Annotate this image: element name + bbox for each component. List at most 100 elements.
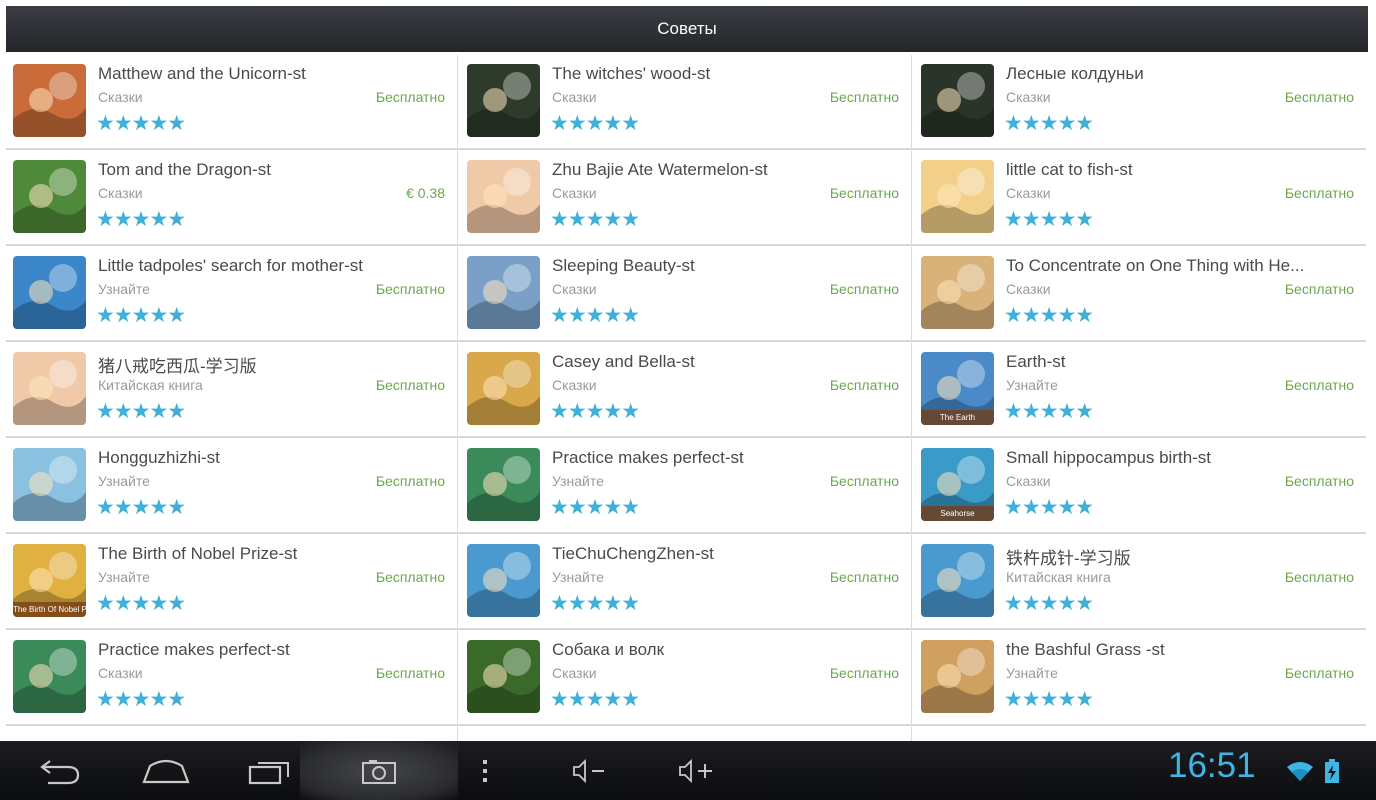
unicorn-book-icon bbox=[13, 64, 86, 137]
app-price: Бесплатно bbox=[1284, 89, 1354, 105]
rating-stars: ★★★★★ bbox=[550, 400, 640, 423]
forest-witch-icon bbox=[921, 64, 994, 137]
app-grid: Matthew and the Unicorn-st Сказки Бесплатн… bbox=[6, 55, 1366, 741]
rating-stars: ★★★★★ bbox=[550, 304, 640, 327]
app-list-item[interactable]: Zhu Bajie Ate Watermelon-st Сказки Бесплат… bbox=[460, 151, 912, 244]
wifi-icon bbox=[1287, 761, 1313, 781]
app-price: Бесплатно bbox=[375, 473, 445, 489]
pig-icon bbox=[13, 352, 86, 425]
volume-down-icon bbox=[573, 758, 604, 783]
app-list-item[interactable]: Sleeping Beauty-st Сказки Бесплатно ★★★★★ bbox=[460, 247, 912, 340]
app-category: Сказки bbox=[552, 377, 597, 393]
app-price: Бесплатно bbox=[375, 281, 445, 297]
app-price: Бесплатно bbox=[1284, 665, 1354, 681]
app-list-item[interactable]: little cat to fish-st Сказки Бесплатно ★★★★… bbox=[914, 151, 1366, 244]
app-list-item[interactable]: the Bashful Grass -st Узнайте Бесплатно ★★★… bbox=[914, 631, 1366, 724]
back-button[interactable] bbox=[30, 741, 90, 800]
recent-apps-button[interactable] bbox=[240, 741, 300, 800]
rating-stars: ★★★★★ bbox=[1004, 688, 1094, 711]
app-list-item[interactable]: Лесные колдуньи Сказки Бесплатно ★★★★★ bbox=[914, 55, 1366, 148]
battery-status bbox=[1320, 741, 1344, 800]
app-list-item[interactable] bbox=[6, 727, 458, 741]
app-category: Сказки bbox=[1006, 185, 1051, 201]
app-row: 猪八戒吃西瓜-学习版 Китайская книга Бесплатно ★★★★★ C… bbox=[6, 343, 1366, 438]
witches-wood-icon bbox=[467, 64, 540, 137]
app-list-item[interactable]: Seahorse Small hippocampus birth-st Сказки… bbox=[914, 439, 1366, 532]
app-price: Бесплатно bbox=[829, 185, 899, 201]
app-category: Узнайте bbox=[98, 473, 150, 489]
status-clock: 16:51 bbox=[1168, 746, 1256, 785]
app-category: Сказки bbox=[552, 185, 597, 201]
app-title: Собака и волк bbox=[552, 640, 665, 659]
app-list-item[interactable]: Tom and the Dragon-st Сказки € 0.38 ★★★★★ bbox=[6, 151, 458, 244]
app-list-item[interactable]: Practice makes perfect-st Узнайте Бесплатн… bbox=[460, 439, 912, 532]
app-list-item[interactable]: Practice makes perfect-st Сказки Бесплатно… bbox=[6, 631, 458, 724]
rating-stars: ★★★★★ bbox=[96, 400, 186, 423]
screenshot-button[interactable] bbox=[349, 741, 409, 800]
pig-icon bbox=[467, 160, 540, 233]
app-list-item[interactable]: Matthew and the Unicorn-st Сказки Бесплатн… bbox=[6, 55, 458, 148]
app-list-item[interactable] bbox=[460, 727, 912, 741]
app-category: Сказки bbox=[552, 281, 597, 297]
volume-down-button[interactable] bbox=[560, 741, 620, 800]
app-title: To Concentrate on One Thing with He... bbox=[1006, 256, 1305, 275]
app-title: Hongguzhizhi-st bbox=[98, 448, 220, 467]
app-title: Matthew and the Unicorn-st bbox=[98, 64, 306, 83]
app-list-item[interactable]: The Earth Earth-st Узнайте Бесплатно ★★★★★ bbox=[914, 343, 1366, 436]
app-list-item[interactable]: The witches' wood-st Сказки Бесплатно ★★★★★ bbox=[460, 55, 912, 148]
app-row: Matthew and the Unicorn-st Сказки Бесплатн… bbox=[6, 55, 1366, 150]
app-price: Бесплатно bbox=[375, 569, 445, 585]
app-row-partial bbox=[6, 727, 1366, 741]
app-list-item[interactable]: Casey and Bella-st Сказки Бесплатно ★★★★★ bbox=[460, 343, 912, 436]
app-category: Узнайте bbox=[1006, 377, 1058, 393]
rating-stars: ★★★★★ bbox=[1004, 592, 1094, 615]
app-title: 猪八戒吃西瓜-学习版 bbox=[98, 357, 257, 376]
app-title: Small hippocampus birth-st bbox=[1006, 448, 1212, 467]
app-list-item[interactable]: Hongguzhizhi-st Узнайте Бесплатно ★★★★★ bbox=[6, 439, 458, 532]
boy-books-icon bbox=[467, 448, 540, 521]
back-icon bbox=[40, 759, 80, 784]
app-title: The witches' wood-st bbox=[552, 64, 711, 83]
app-price: Бесплатно bbox=[829, 89, 899, 105]
app-title: Earth-st bbox=[1006, 352, 1066, 371]
app-title: Tom and the Dragon-st bbox=[98, 160, 271, 179]
home-icon bbox=[142, 759, 190, 783]
seahorse-icon: Seahorse bbox=[921, 448, 994, 521]
menu-button[interactable] bbox=[470, 741, 500, 800]
rating-stars: ★★★★★ bbox=[1004, 496, 1094, 519]
app-category: Сказки bbox=[1006, 89, 1051, 105]
app-title: Little tadpoles' search for mother-st bbox=[98, 256, 363, 275]
app-list-item[interactable] bbox=[914, 727, 1366, 741]
title-bar: Советы bbox=[6, 6, 1368, 52]
rating-stars: ★★★★★ bbox=[96, 496, 186, 519]
app-list-item[interactable]: 猪八戒吃西瓜-学习版 Китайская книга Бесплатно ★★★★★ bbox=[6, 343, 458, 436]
app-list-item[interactable]: Little tadpoles' search for mother-st Узн… bbox=[6, 247, 458, 340]
rating-stars: ★★★★★ bbox=[1004, 304, 1094, 327]
app-price: Бесплатно bbox=[829, 281, 899, 297]
app-category: Узнайте bbox=[552, 473, 604, 489]
app-category: Узнайте bbox=[1006, 665, 1058, 681]
app-price: Бесплатно bbox=[1284, 569, 1354, 585]
home-button[interactable] bbox=[136, 741, 196, 800]
dog-wolf-icon bbox=[467, 640, 540, 713]
rating-stars: ★★★★★ bbox=[1004, 400, 1094, 423]
app-title: Practice makes perfect-st bbox=[552, 448, 744, 467]
icon-badge-label: The Earth bbox=[939, 413, 976, 422]
app-price: Бесплатно bbox=[375, 665, 445, 681]
boy-running-icon bbox=[467, 544, 540, 617]
app-title: Casey and Bella-st bbox=[552, 352, 695, 371]
app-list-item[interactable]: 铁杵成针-学习版 Китайская книга Бесплатно ★★★★★ bbox=[914, 535, 1366, 628]
app-price: Бесплатно bbox=[1284, 281, 1354, 297]
app-list-item[interactable]: To Concentrate on One Thing with He... Ск… bbox=[914, 247, 1366, 340]
app-category: Сказки bbox=[1006, 281, 1051, 297]
rating-stars: ★★★★★ bbox=[96, 304, 186, 327]
castle-icon bbox=[467, 256, 540, 329]
app-price: € 0.38 bbox=[406, 185, 445, 201]
app-list-item[interactable]: TieChuChengZhen-st Узнайте Бесплатно ★★★★★ bbox=[460, 535, 912, 628]
app-price: Бесплатно bbox=[375, 377, 445, 393]
app-price: Бесплатно bbox=[829, 569, 899, 585]
app-list-item[interactable]: Собака и волк Сказки Бесплатно ★★★★★ bbox=[460, 631, 912, 724]
app-list-item[interactable]: The Birth Of Nobel Prize The Birth of Nob… bbox=[6, 535, 458, 628]
volume-up-button[interactable] bbox=[666, 741, 726, 800]
app-category: Сказки bbox=[552, 665, 597, 681]
